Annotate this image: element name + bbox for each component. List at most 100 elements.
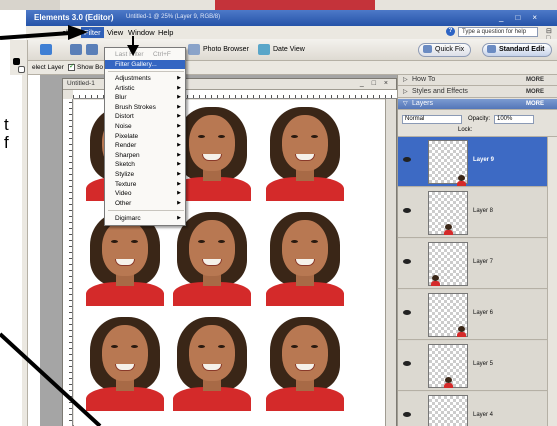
help-icon[interactable]: ? <box>446 27 455 36</box>
menu-item-brush-strokes[interactable]: Brush Strokes ▶ <box>105 103 185 112</box>
visibility-eye-icon[interactable] <box>403 157 411 162</box>
submenu-arrow-icon: ▶ <box>177 94 181 101</box>
layers-palette-header[interactable]: ▽ Layers MORE <box>398 99 557 110</box>
new-file-icon[interactable] <box>40 43 55 57</box>
layer-row[interactable]: Layer 6 <box>398 290 547 340</box>
menu-filter[interactable]: Filter <box>81 27 104 38</box>
submenu-arrow-icon: ▶ <box>177 113 181 120</box>
background-color-swatch[interactable] <box>18 66 25 73</box>
layer-name: Layer 9 <box>473 157 495 163</box>
visibility-eye-icon[interactable] <box>403 208 411 213</box>
menu-item-artistic[interactable]: Artistic ▶ <box>105 84 185 93</box>
show-bounds-checkbox[interactable] <box>68 62 75 71</box>
menu-item-pixelate[interactable]: Pixelate ▶ <box>105 132 185 141</box>
layer-link-icon[interactable] <box>415 292 425 338</box>
portrait-photo <box>262 210 348 306</box>
blend-mode-select[interactable]: Normal <box>402 115 462 124</box>
menu-item-distort[interactable]: Distort ▶ <box>105 112 185 121</box>
portrait-photo <box>82 315 168 411</box>
app-title: Elements 3.0 (Editor) <box>34 13 114 22</box>
menu-item-texture[interactable]: Texture ▶ <box>105 180 185 189</box>
layer-thumbnail <box>428 242 468 286</box>
elements-editor-window: Elements 3.0 (Editor) Untitled-1 @ 25% (… <box>0 0 557 426</box>
layer-link-icon[interactable] <box>415 241 425 287</box>
standard-edit-icon <box>487 45 496 54</box>
photo-browser-button[interactable]: Photo Browser <box>188 43 249 57</box>
collapse-triangle-icon: ▷ <box>403 89 408 95</box>
menu-window[interactable]: Window <box>128 28 155 37</box>
more-button[interactable]: MORE <box>526 99 544 109</box>
document-window-controls[interactable]: _ □ × <box>360 79 391 89</box>
layer-link-icon[interactable] <box>415 343 425 389</box>
menu-item-sharpen[interactable]: Sharpen ▶ <box>105 151 185 160</box>
submenu-arrow-icon: ▶ <box>177 75 181 81</box>
menu-help[interactable]: Help <box>158 28 173 37</box>
layer-thumbnail <box>428 293 468 337</box>
layer-name: Layer 7 <box>473 259 494 265</box>
layer-row[interactable]: Layer 5 <box>398 341 547 391</box>
more-button[interactable]: MORE <box>526 75 544 85</box>
select-layer-option: elect Layer <box>32 64 64 71</box>
layer-name: Layer 4 <box>473 412 494 418</box>
layer-link-icon[interactable] <box>415 190 425 236</box>
layer-thumbnail <box>428 140 468 186</box>
submenu-arrow-icon: ▶ <box>177 123 181 129</box>
layer-name: Layer 5 <box>473 361 494 367</box>
menu-item-video[interactable]: Video ▶ <box>105 189 185 198</box>
visibility-eye-icon[interactable] <box>403 412 411 417</box>
layer-row[interactable]: Layer 7 <box>398 239 547 289</box>
how-to-palette-header[interactable]: ▷ How To MORE <box>398 75 557 86</box>
visibility-eye-icon[interactable] <box>403 310 411 315</box>
layer-row[interactable]: Layer 8 <box>398 188 547 238</box>
menu-item-last-filter: Last Filter Ctrl+F <box>115 51 171 58</box>
filter-menu-dropdown: Last Filter Ctrl+F Filter Gallery... Adj… <box>104 47 186 226</box>
styles-effects-palette-header[interactable]: ▷ Styles and Effects MORE <box>398 87 557 98</box>
menu-item-filter-gallery[interactable]: Filter Gallery... <box>105 60 185 69</box>
tutorial-page-margin: t f <box>0 75 22 426</box>
menu-item-noise[interactable]: Noise ▶ <box>105 122 185 131</box>
layer-row[interactable]: Layer 9 <box>398 137 547 187</box>
visibility-eye-icon[interactable] <box>403 361 411 366</box>
menu-select[interactable]: elect <box>62 28 78 37</box>
menu-item-digimarc[interactable]: Digimarc ▶ <box>105 214 185 223</box>
visibility-eye-icon[interactable] <box>403 259 411 264</box>
quick-fix-button[interactable]: Quick Fix <box>418 43 472 57</box>
show-bounds-option[interactable]: Show Bo <box>68 62 103 71</box>
layer-link-icon[interactable] <box>415 139 425 185</box>
menu-item-other[interactable]: Other ▶ <box>105 199 185 208</box>
menu-item-sketch[interactable]: Sketch ▶ <box>105 160 185 169</box>
submenu-arrow-icon: ▶ <box>177 103 181 110</box>
menu-item-adjustments[interactable]: Adjustments ▶ <box>105 74 185 83</box>
submenu-arrow-icon: ▶ <box>177 151 181 158</box>
window-controls[interactable]: _□× <box>499 13 549 22</box>
document-scrollbar[interactable] <box>385 99 396 426</box>
submenu-arrow-icon: ▶ <box>177 180 181 187</box>
layer-link-icon[interactable] <box>415 394 425 426</box>
more-button[interactable]: MORE <box>526 87 544 97</box>
foreground-color-swatch[interactable] <box>13 58 20 65</box>
layer-name: Layer 8 <box>473 208 494 214</box>
date-view-icon <box>258 43 270 55</box>
background-window-strip <box>0 0 557 10</box>
submenu-arrow-icon: ▶ <box>177 132 181 139</box>
quick-fix-icon <box>423 45 432 54</box>
menu-item-stylize[interactable]: Stylize ▶ <box>105 170 185 179</box>
document-title: Untitled-1 @ 25% (Layer 9, RGB/8) <box>126 14 221 20</box>
help-search-input[interactable]: Type a question for help <box>458 27 538 37</box>
tutorial-text-fragment: t <box>4 115 9 134</box>
expand-triangle-icon: ▽ <box>403 101 408 107</box>
standard-edit-button[interactable]: Standard Edit <box>482 43 552 57</box>
menu-bar: elect Filter View Window Help ? Type a q… <box>26 26 557 42</box>
date-view-button[interactable]: Date View <box>258 43 305 57</box>
submenu-arrow-icon: ▶ <box>177 215 181 221</box>
menu-item-render[interactable]: Render ▶ <box>105 141 185 150</box>
layer-row[interactable]: Layer 4 <box>398 392 547 426</box>
undo-icon[interactable] <box>70 43 85 57</box>
menu-view[interactable]: View <box>107 28 123 37</box>
menu-item-blur[interactable]: Blur ▶ <box>105 93 185 102</box>
opacity-input[interactable]: 100% <box>494 115 534 124</box>
redo-icon[interactable] <box>86 43 101 57</box>
layer-thumbnail <box>428 395 468 426</box>
layers-scrollbar[interactable] <box>547 137 557 426</box>
submenu-arrow-icon: ▶ <box>177 190 181 197</box>
